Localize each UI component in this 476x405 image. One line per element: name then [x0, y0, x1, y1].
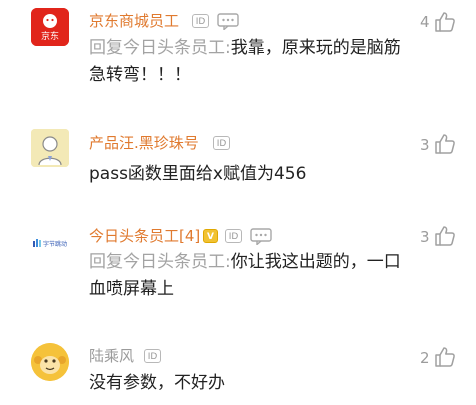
message-icon[interactable]: [217, 13, 239, 30]
comment-item: 京东 京东商城员工 ID 回复今日头条员工:我靠，原来玩的是脑筋急转弯！！！ 4: [0, 0, 476, 105]
thumbs-up-icon[interactable]: [434, 133, 456, 155]
comment-item: 产品汪.黑珍珠号 ID pass函数里面给x赋值为456 3: [0, 105, 476, 205]
username[interactable]: 陆乘风: [89, 347, 134, 365]
verified-badge: V: [203, 229, 218, 243]
user-avatar-icon: [31, 129, 69, 167]
comment-body: pass函数里面给x赋值为456: [89, 164, 307, 184]
username[interactable]: 京东商城员工: [89, 12, 179, 30]
id-badge: ID: [213, 136, 230, 150]
thumbs-up-icon[interactable]: [434, 346, 456, 368]
id-badge: ID: [192, 14, 209, 28]
reply-prefix[interactable]: 回复今日头条员工:: [89, 38, 231, 58]
id-badge: ID: [144, 349, 161, 363]
avatar-bytedance[interactable]: 字节跳动: [31, 225, 69, 263]
like-count: 4: [420, 13, 430, 31]
thumbs-up-icon[interactable]: [434, 225, 456, 247]
comment-text: pass函数里面给x赋值为456: [89, 161, 409, 188]
comment-text: 回复今日头条员工:你让我这出题的，一口血喷屏幕上: [89, 249, 409, 303]
like-count: 2: [420, 349, 430, 367]
like-count: 3: [420, 136, 430, 154]
avatar-jd-text: 京东: [41, 30, 59, 42]
like-count: 3: [420, 228, 430, 246]
username[interactable]: 产品汪.黑珍珠号: [89, 134, 199, 152]
username[interactable]: 今日头条员工[4]: [89, 227, 200, 245]
avatar-bytedance-text: 字节跳动: [43, 240, 67, 248]
monkey-avatar-icon: [31, 343, 69, 381]
avatar-monkey[interactable]: [31, 343, 69, 381]
avatar-default[interactable]: [31, 129, 69, 167]
comment-text: 回复今日头条员工:我靠，原来玩的是脑筋急转弯！！！: [89, 35, 409, 89]
comment-body: 没有参数，不好办: [89, 373, 225, 393]
comment-text: 没有参数，不好办: [89, 370, 409, 397]
bytedance-logo-icon: 字节跳动: [33, 239, 67, 248]
jd-logo-icon: 京东: [31, 8, 69, 46]
comment-item: 陆乘风 ID 没有参数，不好办 2: [0, 315, 476, 405]
avatar-jd[interactable]: 京东: [31, 8, 69, 46]
id-badge: ID: [225, 229, 242, 243]
reply-prefix[interactable]: 回复今日头条员工:: [89, 252, 231, 272]
message-icon[interactable]: [250, 228, 272, 245]
thumbs-up-icon[interactable]: [434, 11, 456, 33]
comment-item: 字节跳动 今日头条员工[4] V ID 回复今日头条员工:你让我这出题的，一口血…: [0, 205, 476, 315]
